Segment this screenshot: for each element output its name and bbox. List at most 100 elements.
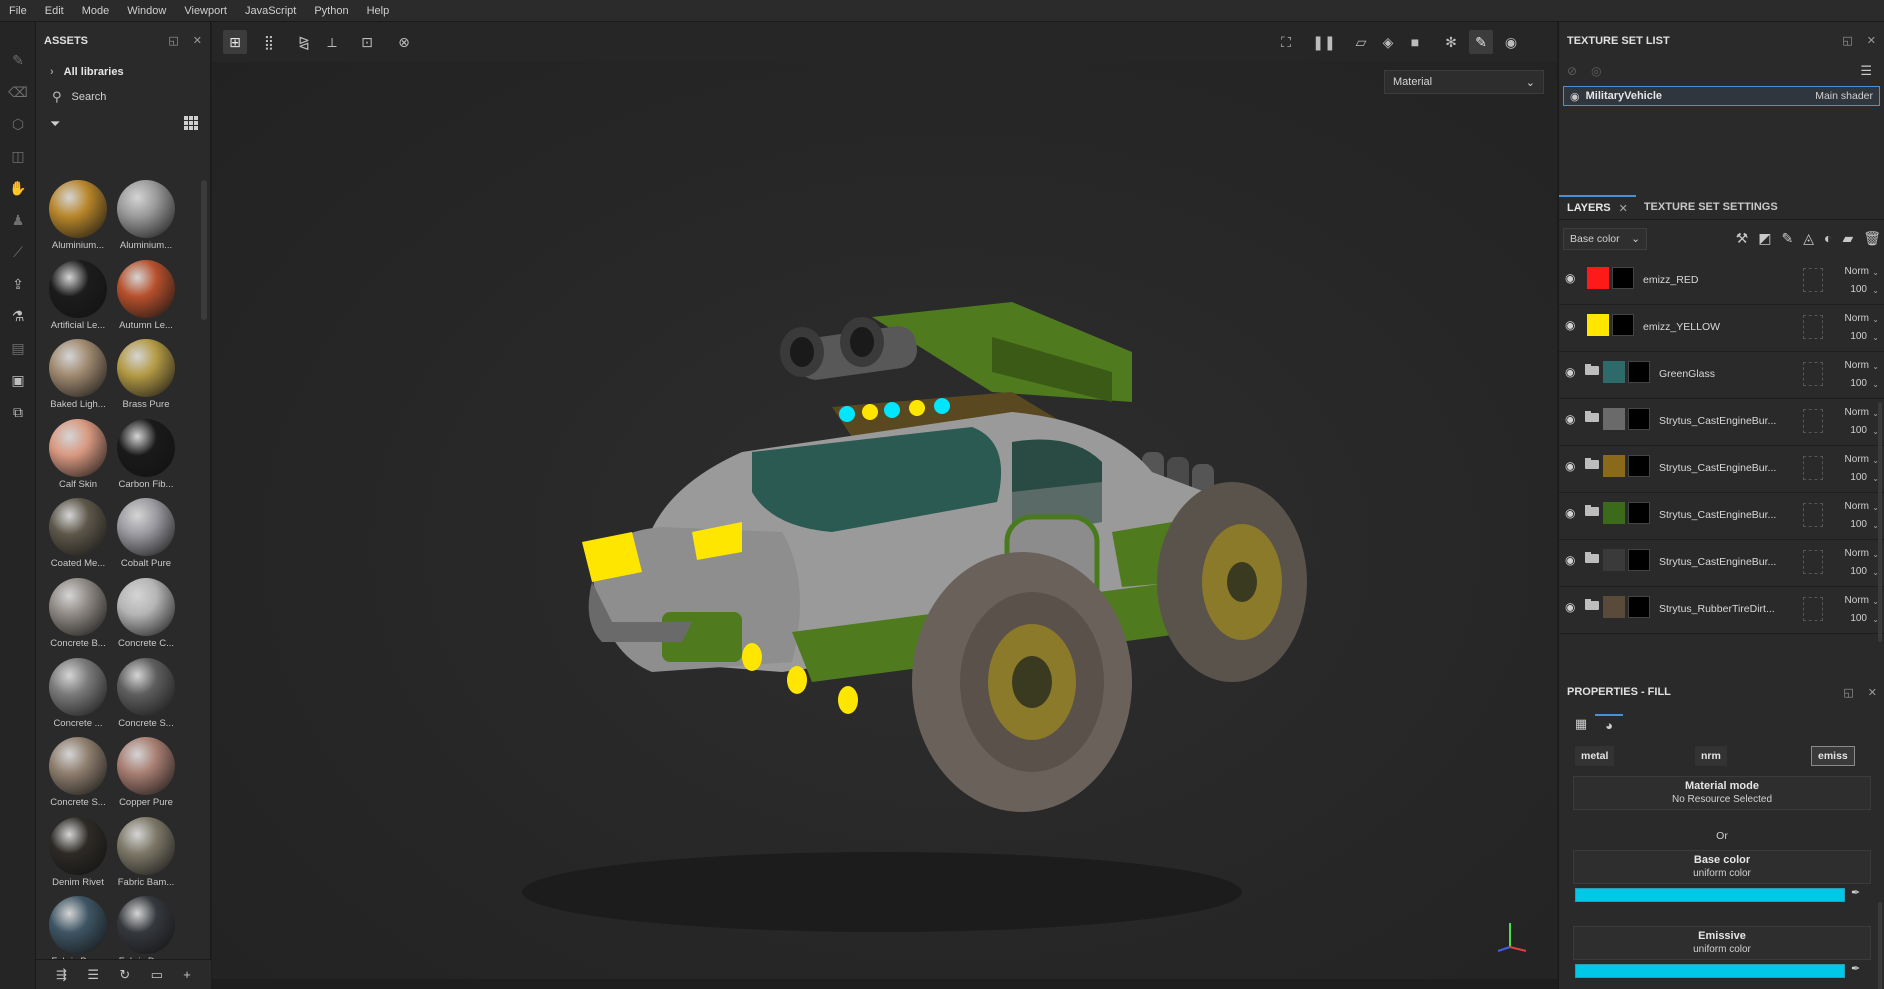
eye-icon[interactable]: ◉ [1565, 600, 1575, 614]
layer-thumbnail[interactable] [1587, 314, 1609, 336]
list-icon[interactable]: ☰ [87, 967, 99, 983]
folder-icon[interactable] [1585, 458, 1599, 469]
layer-thumbnail[interactable] [1603, 455, 1625, 477]
eye-icon[interactable]: ◉ [1565, 553, 1575, 567]
undock-icon[interactable]: ◱ [168, 34, 178, 47]
folder-icon[interactable] [1585, 364, 1599, 375]
asset-tile[interactable]: Cobalt Pure [112, 498, 180, 570]
grid-view-icon[interactable] [184, 116, 198, 130]
tab-layers[interactable]: LAYERS ✕ [1559, 195, 1636, 219]
clone-icon[interactable]: ♟ [0, 204, 36, 236]
layer-row[interactable]: ◉ Strytus_CastEngineBur... Norm ⌄ 100 ⌄ [1559, 493, 1884, 540]
properties-scrollbar[interactable] [1878, 902, 1882, 989]
asset-tile[interactable]: Fabric Den... [112, 896, 180, 968]
history-icon[interactable]: ⊗ [392, 30, 416, 54]
opacity-value[interactable]: 100 [1850, 613, 1867, 624]
asset-tile[interactable]: Fabric Bam... [112, 816, 180, 889]
menu-window[interactable]: Window [118, 0, 175, 22]
refresh-icon[interactable]: ↻ [119, 967, 130, 983]
asset-tile[interactable]: Baked Ligh... [44, 339, 112, 411]
viewport[interactable]: ⊞ ⣿ ⧎ ⟂ ⊡ ⊗ ⛶ ❚❚ ▱ ◈ ■ ✻ ✎ ◉ Material ⌄ [212, 22, 1557, 979]
eye-icon[interactable]: ◎ [1591, 64, 1601, 78]
close-icon[interactable]: ✕ [1868, 686, 1877, 699]
layer-name[interactable]: Strytus_CastEngineBur... [1659, 415, 1776, 427]
close-icon[interactable]: ✕ [1619, 202, 1628, 215]
asset-tile[interactable]: Copper Pure [112, 737, 180, 809]
opacity-value[interactable]: 100 [1850, 378, 1867, 389]
eye-icon[interactable]: ◉ [1570, 90, 1580, 103]
mask-thumbnail[interactable] [1628, 408, 1650, 430]
eye-icon[interactable]: ◉ [1565, 459, 1575, 473]
menu-mode[interactable]: Mode [73, 0, 119, 22]
shelf-icon[interactable]: ▤ [0, 332, 36, 364]
all-libraries-item[interactable]: › All libraries [36, 60, 210, 84]
asset-tile[interactable]: Aluminium... [44, 180, 112, 252]
eye-icon[interactable]: ◉ [1565, 412, 1575, 426]
menu-help[interactable]: Help [358, 0, 399, 22]
paint-mode-icon[interactable]: ✎ [1469, 30, 1493, 54]
smudge-icon[interactable]: ✋ [0, 172, 36, 204]
eyedropper-icon[interactable]: ✒ [1851, 886, 1860, 899]
asset-tile[interactable]: Artificial Le... [44, 259, 112, 332]
asset-tile[interactable]: Fabric Bas... [44, 896, 112, 968]
add-smart-material-icon[interactable]: ◐ [1824, 230, 1832, 247]
opacity-value[interactable]: 100 [1850, 566, 1867, 577]
layer-name[interactable]: Strytus_CastEngineBur... [1659, 509, 1776, 521]
mask-thumbnail[interactable] [1628, 596, 1650, 618]
asset-tile[interactable]: Autumn Le... [112, 259, 180, 332]
import-icon[interactable]: ⇶ [56, 967, 67, 983]
assets-scrollbar[interactable] [201, 180, 207, 320]
menu-python[interactable]: Python [305, 0, 357, 22]
blend-mode[interactable]: Norm [1845, 595, 1869, 606]
layer-name[interactable]: emizz_YELLOW [1643, 321, 1720, 333]
frame-icon[interactable]: ⊡ [355, 30, 379, 54]
metal-toggle[interactable]: metal [1575, 746, 1615, 766]
document-icon[interactable]: ▣ [0, 364, 36, 396]
export-icon[interactable]: ⇪ [0, 268, 36, 300]
picker-icon[interactable]: ⟋ [0, 236, 36, 268]
layer-name[interactable]: emizz_RED [1643, 274, 1698, 286]
mask-thumbnail[interactable] [1628, 361, 1650, 383]
material-mode-box[interactable]: Material mode No Resource Selected [1573, 776, 1871, 810]
add-fill-layer-icon[interactable]: ◬ [1803, 230, 1814, 247]
folder-icon[interactable] [1585, 411, 1599, 422]
folder-icon[interactable] [1585, 552, 1599, 563]
mask-thumbnail[interactable] [1612, 314, 1634, 336]
blend-mode[interactable]: Norm [1845, 454, 1869, 465]
bake-icon[interactable]: ⚗ [0, 300, 36, 332]
opacity-value[interactable]: 100 [1850, 331, 1867, 342]
folder-icon[interactable] [1585, 505, 1599, 516]
filter-icon[interactable]: ⏷ [50, 116, 60, 132]
fill-settings-icon[interactable]: ▦ [1567, 714, 1595, 734]
material-mode-select[interactable]: Material ⌄ [1384, 70, 1544, 94]
asset-tile[interactable]: Carbon Fib... [112, 418, 180, 491]
layer-mask-slot[interactable] [1803, 409, 1823, 433]
tab-texture-set-settings[interactable]: TEXTURE SET SETTINGS [1636, 195, 1786, 219]
blend-mode[interactable]: Norm [1845, 548, 1869, 559]
layer-thumbnail[interactable] [1603, 549, 1625, 571]
layer-thumbnail[interactable] [1603, 596, 1625, 618]
layer-row[interactable]: ◉ Strytus_CastEngineBur... Norm ⌄ 100 ⌄ [1559, 399, 1884, 446]
emissive-box[interactable]: Emissive uniform color [1573, 926, 1871, 960]
hide-icon[interactable]: ⊘ [1567, 64, 1577, 78]
library-icon[interactable]: ⧉ [0, 396, 36, 428]
layer-name[interactable]: Strytus_RubberTireDirt... [1659, 603, 1775, 615]
layer-row[interactable]: ◉ Strytus_CastEngineBur... Norm ⌄ 100 ⌄ [1559, 446, 1884, 493]
mask-thumbnail[interactable] [1628, 502, 1650, 524]
asset-tile[interactable]: Coated Me... [44, 498, 112, 570]
menu-edit[interactable]: Edit [36, 0, 73, 22]
folder-icon[interactable]: ▭ [151, 967, 163, 983]
undock-icon[interactable]: ◱ [1843, 686, 1853, 699]
layer-name[interactable]: GreenGlass [1659, 368, 1715, 380]
layer-name[interactable]: Strytus_CastEngineBur... [1659, 462, 1776, 474]
opacity-value[interactable]: 100 [1850, 425, 1867, 436]
view-2d-icon[interactable]: ▱ [1349, 30, 1373, 54]
eye-icon[interactable]: ◉ [1565, 271, 1575, 285]
opacity-value[interactable]: 100 [1850, 472, 1867, 483]
menu-file[interactable]: File [0, 0, 36, 22]
eye-icon[interactable]: ◉ [1565, 506, 1575, 520]
base-color-box[interactable]: Base color uniform color [1573, 850, 1871, 884]
add-effect-icon[interactable]: ⚒ [1736, 230, 1749, 247]
view-3d-icon[interactable]: ◈ [1376, 30, 1400, 54]
blend-mode[interactable]: Norm [1845, 313, 1869, 324]
